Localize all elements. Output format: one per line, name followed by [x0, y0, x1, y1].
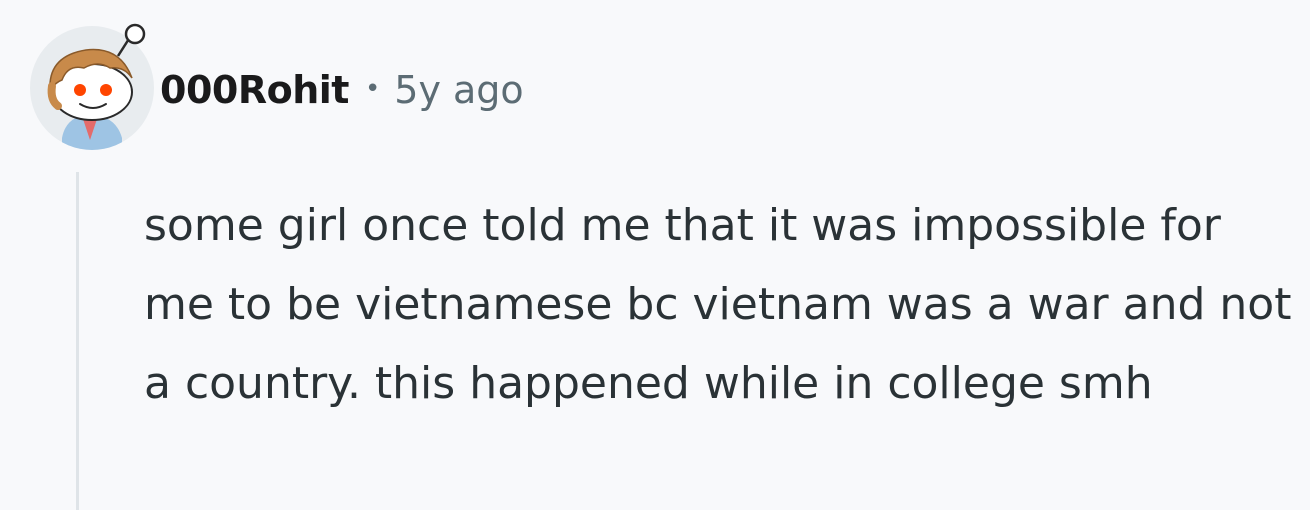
thread-line[interactable]: [76, 172, 79, 510]
comment-timestamp[interactable]: 5y ago: [394, 68, 523, 112]
user-avatar-icon[interactable]: [28, 20, 160, 152]
comment-body: some girl once told me that it was impos…: [144, 200, 1292, 409]
comment-author[interactable]: 000Rohit: [160, 68, 349, 112]
meta-separator: •: [364, 74, 381, 104]
comment-header: 000Rohit • 5y ago: [160, 64, 524, 116]
